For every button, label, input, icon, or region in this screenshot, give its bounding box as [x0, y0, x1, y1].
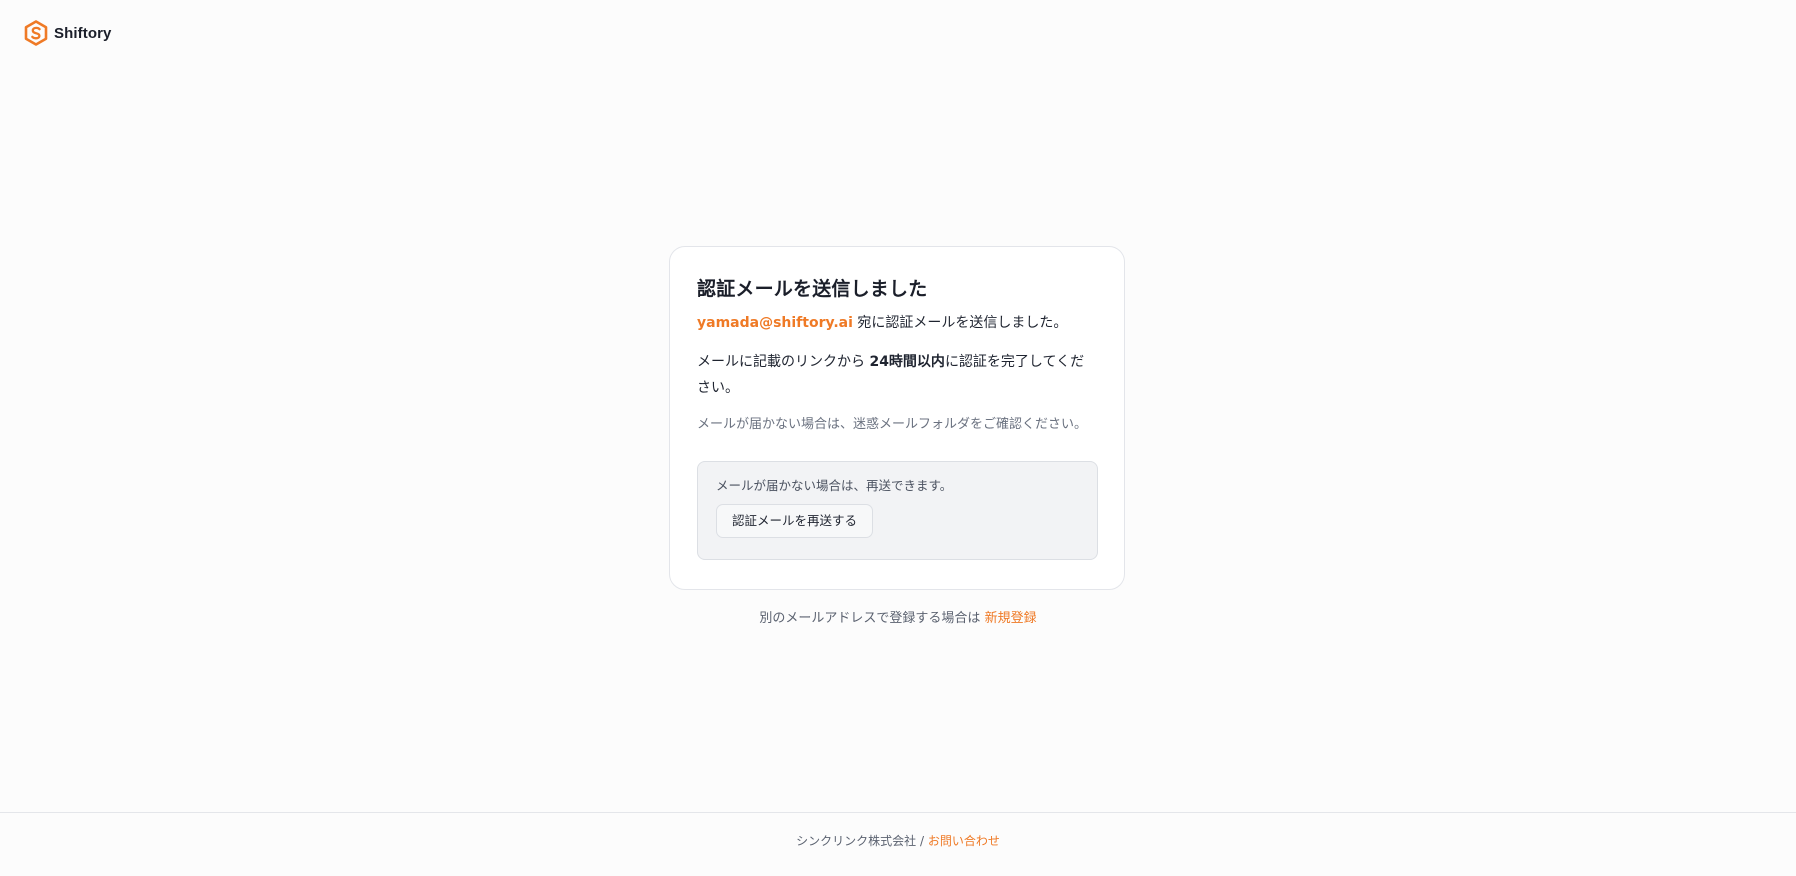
sent-to-suffix: 宛に認証メールを送信しました。 — [852, 315, 1068, 331]
sent-to-line: yamada@shiftory.ai 宛に認証メールを送信しました。 — [697, 313, 1097, 333]
footer: シンクリンク株式会社 / お問い合わせ — [0, 832, 1796, 850]
card-title: 認証メールを送信しました — [697, 278, 928, 300]
resend-note: メールが届かない場合は、再送できます。 — [716, 478, 953, 493]
footer-divider — [0, 812, 1796, 813]
email-address: yamada@shiftory.ai — [697, 315, 853, 331]
alt-register-line: 別のメールアドレスで登録する場合は 新規登録 — [0, 609, 1796, 629]
deadline-line: メールに記載のリンクから 24時間以内に認証を完了してください。 — [697, 349, 1097, 401]
resend-box: メールが届かない場合は、再送できます。 認証メールを再送する — [697, 461, 1098, 560]
company-name: シンクリンク株式会社 / — [796, 834, 928, 848]
contact-link[interactable]: お問い合わせ — [928, 834, 1000, 848]
alt-register-text: 別のメールアドレスで登録する場合は — [759, 611, 985, 626]
brand-name[interactable]: Shiftory — [54, 25, 111, 42]
resend-email-button[interactable]: 認証メールを再送する — [716, 504, 874, 538]
deadline-prefix: メールに記載のリンクから — [697, 354, 870, 370]
spam-folder-note: メールが届かない場合は、迷惑メールフォルダをご確認ください。 — [697, 417, 1088, 432]
verification-card: 認証メールを送信しました yamada@shiftory.ai 宛に認証メールを… — [669, 246, 1125, 590]
app-header: Shiftory — [24, 20, 111, 46]
shiftory-logo-icon[interactable] — [24, 20, 48, 46]
deadline-bold: 24時間以内 — [869, 354, 945, 370]
new-registration-link[interactable]: 新規登録 — [985, 611, 1037, 626]
